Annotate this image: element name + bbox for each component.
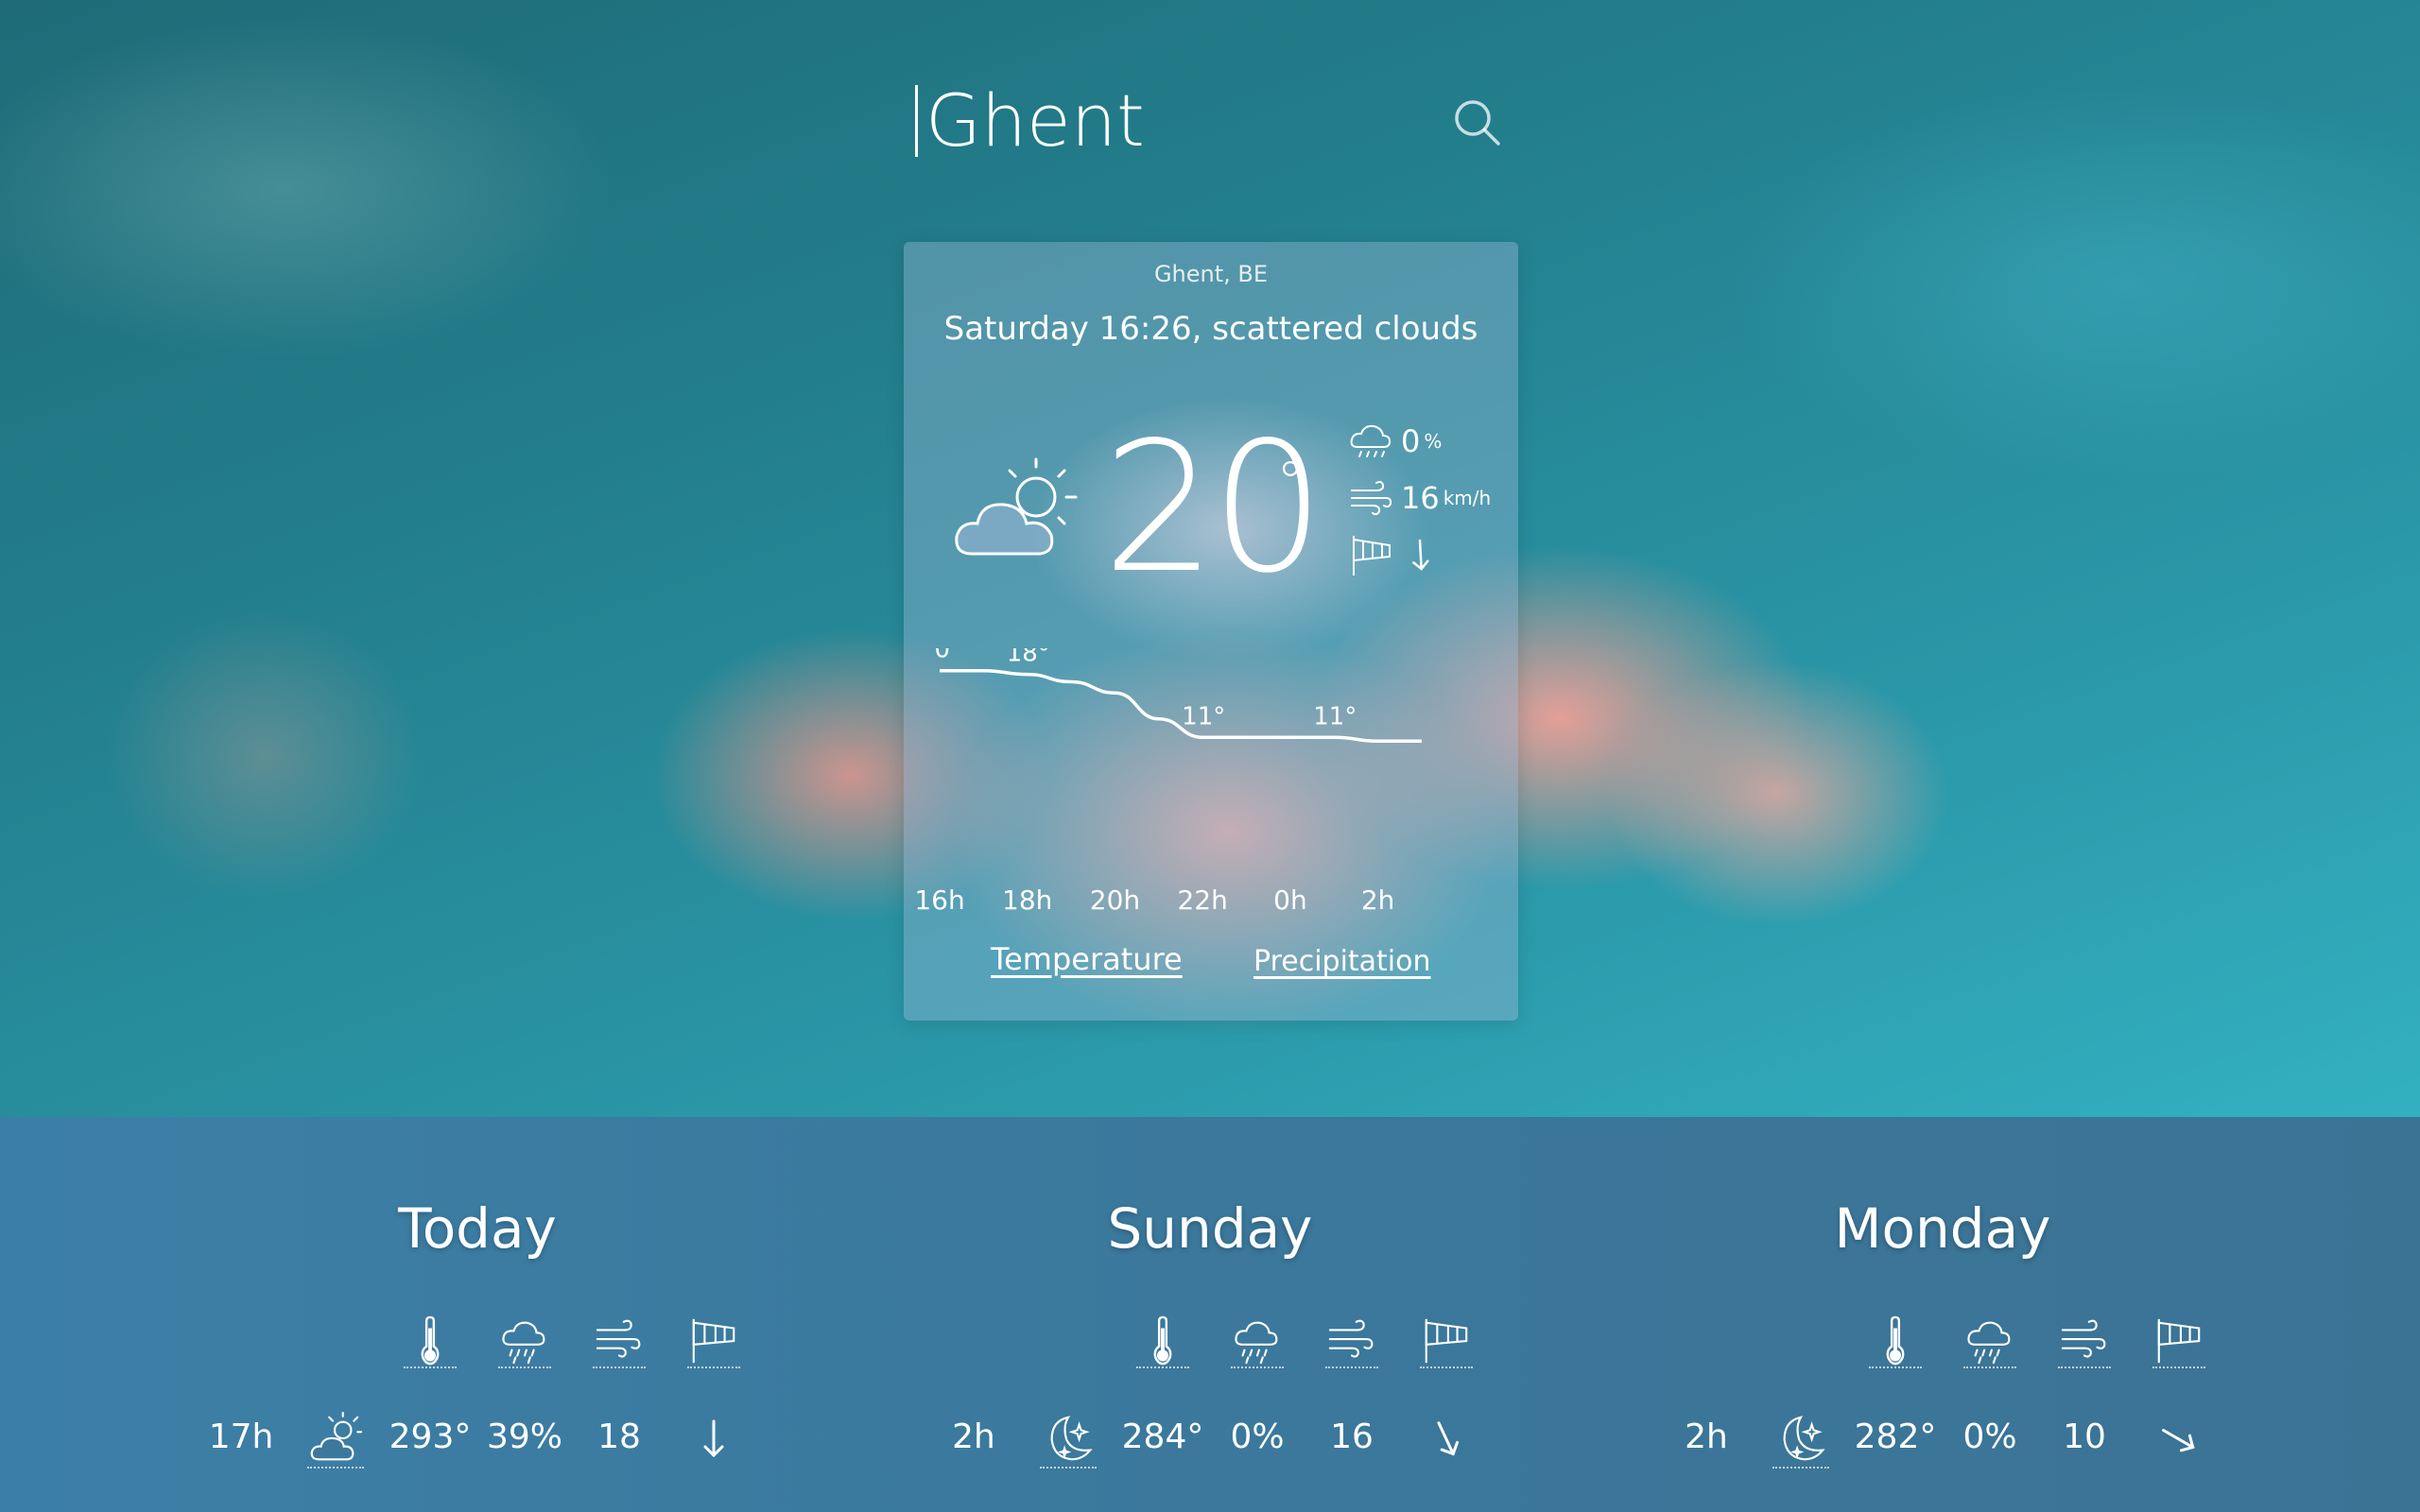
- rain-cloud-icon: [1350, 424, 1392, 457]
- hour-tick-label: 18h: [1002, 885, 1053, 916]
- column-header-windsock-icon: [2152, 1315, 2205, 1368]
- forecast-direction-degrees: 282°: [1854, 1418, 1937, 1456]
- forecast-precipitation: 0%: [1230, 1418, 1285, 1456]
- forecast-day-title: Monday: [1834, 1196, 2051, 1261]
- search-input[interactable]: [916, 76, 1426, 165]
- windsock-icon: [1353, 536, 1391, 576]
- forecast-day-title: Sunday: [1107, 1196, 1313, 1261]
- forecast-hour: 2h: [1685, 1418, 1728, 1456]
- wind-speed-value: 16: [1401, 480, 1440, 516]
- forecast-wind-speed: 16: [1330, 1418, 1374, 1456]
- chart-data-label: 11°: [1313, 702, 1357, 730]
- forecast-wind-speed: 10: [2063, 1418, 2106, 1456]
- hour-tick-label: 16h: [914, 885, 965, 916]
- column-header-rain-cloud-icon: [1231, 1315, 1284, 1368]
- hour-tick-label: 2h: [1360, 885, 1395, 916]
- wind-arrow-icon: [2162, 1429, 2195, 1452]
- forecast-wind-speed: 18: [597, 1418, 641, 1456]
- wind-icon: [2061, 1319, 2106, 1358]
- rain-cloud-icon: [502, 1321, 545, 1365]
- forecast-condition: [307, 1411, 364, 1469]
- current-weather-card: Ghent, BE Saturday 16:26, scattered clou…: [904, 242, 1518, 1021]
- wind-icon: [1328, 1319, 1374, 1358]
- column-header-windsock-icon: [687, 1315, 740, 1368]
- forecast-precipitation: 0%: [1962, 1418, 2017, 1456]
- tab-precipitation[interactable]: Precipitation: [1253, 945, 1431, 978]
- windsock-icon: [1425, 1318, 1468, 1364]
- clear-night-icon: [1783, 1416, 1825, 1461]
- column-header-wind-icon: [593, 1315, 646, 1368]
- forecast-hour: 2h: [952, 1418, 995, 1456]
- thermometer-icon: [421, 1315, 440, 1366]
- thermometer-icon: [1153, 1315, 1172, 1366]
- forecast-day-monday: Monday 2h 282° 0% 10: [1650, 1117, 2236, 1512]
- windsock-icon: [2157, 1318, 2201, 1364]
- hour-axis: 16h 18h 20h 22h 0h 2h: [914, 885, 1490, 922]
- arrow-down-icon: [1412, 539, 1429, 571]
- wind-direction-stat: [1348, 531, 1446, 578]
- column-header-windsock-icon: [1420, 1315, 1473, 1368]
- column-header-wind-icon: [1325, 1315, 1378, 1368]
- partly-cloudy-day-icon: [955, 457, 1078, 556]
- temperature-chart: 20° 18° 11° 11°: [932, 648, 1422, 743]
- forecast-hour: 17h: [208, 1418, 274, 1456]
- forecast-day-title: Today: [398, 1196, 557, 1261]
- partly-cloudy-day-icon: [310, 1411, 363, 1461]
- precipitation-value: 0: [1401, 423, 1421, 459]
- clear-night-icon: [1050, 1416, 1093, 1461]
- chart-data-label: 20°: [932, 648, 962, 664]
- wind-arrow-icon: [1437, 1421, 1460, 1456]
- forecast-row: 17h 293° 39% 18: [184, 1411, 770, 1474]
- windsock-icon: [692, 1318, 735, 1364]
- column-header-thermometer-icon: [1869, 1315, 1922, 1368]
- wind-icon: [596, 1319, 641, 1358]
- wind-arrow-icon: [703, 1419, 724, 1458]
- chart-tabs: Temperature Precipitation: [904, 941, 1518, 988]
- column-header-wind-icon: [2058, 1315, 2111, 1368]
- hour-tick-label: 20h: [1089, 885, 1141, 916]
- precipitation-stat: 0 %: [1348, 418, 1442, 465]
- forecast-day-sunday: Sunday 2h 284° 0% 16: [917, 1117, 1503, 1512]
- column-header-rain-cloud-icon: [498, 1315, 551, 1368]
- forecast-precipitation: 39%: [486, 1418, 562, 1456]
- chart-data-label: 18°: [1007, 648, 1050, 668]
- forecast-direction-degrees: 284°: [1121, 1418, 1204, 1456]
- search-bar: [912, 76, 1508, 165]
- column-header-thermometer-icon: [1136, 1315, 1189, 1368]
- forecast-row: 2h 282° 0% 10: [1650, 1416, 2236, 1474]
- current-temperature: 20: [1102, 404, 1325, 612]
- hour-tick-label: 22h: [1177, 885, 1228, 916]
- wind-speed-stat: 16 km/h: [1348, 474, 1491, 522]
- precipitation-unit: %: [1424, 430, 1443, 453]
- degree-symbol: °: [1276, 450, 1305, 516]
- forecast-condition: [1040, 1412, 1097, 1469]
- hour-tick-label: 0h: [1273, 885, 1307, 916]
- chart-data-label: 11°: [1182, 702, 1225, 730]
- forecast-condition: [1772, 1412, 1829, 1469]
- wind-icon: [1351, 480, 1392, 516]
- rain-cloud-icon: [1967, 1321, 2011, 1365]
- tab-temperature[interactable]: Temperature: [991, 941, 1183, 977]
- weather-summary: Saturday 16:26, scattered clouds: [943, 310, 1478, 348]
- search-icon[interactable]: [1451, 96, 1504, 149]
- forecast-row: 2h 284° 0% 16: [917, 1416, 1503, 1474]
- wind-speed-unit: km/h: [1443, 487, 1492, 509]
- column-header-thermometer-icon: [404, 1315, 457, 1368]
- rain-cloud-icon: [1235, 1321, 1278, 1365]
- location-label: Ghent, BE: [1153, 261, 1269, 287]
- thermometer-icon: [1886, 1315, 1905, 1366]
- daily-forecast: Today 17h 293° 39% 18 Sunday 2h 284° 0% …: [0, 1117, 2420, 1512]
- forecast-day-today: Today 17h 293° 39% 18: [184, 1117, 770, 1512]
- forecast-direction-degrees: 293°: [389, 1418, 472, 1456]
- column-header-rain-cloud-icon: [1963, 1315, 2016, 1368]
